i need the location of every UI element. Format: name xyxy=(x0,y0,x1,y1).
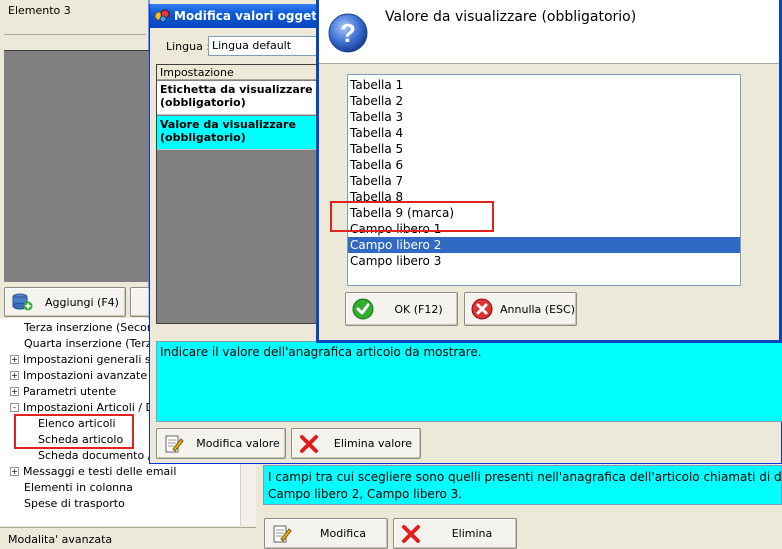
expand-icon[interactable]: + xyxy=(10,387,19,396)
delete-button-label: Elimina xyxy=(451,527,493,540)
description-text: Indicare il valore dell'anagrafica artic… xyxy=(160,345,482,359)
tree-item[interactable]: Terza inserzione (Secondo xyxy=(24,320,168,336)
dialog-title: Valore da visualizzare (obbligatorio) xyxy=(385,9,637,25)
tree-item[interactable]: + Parametri utente xyxy=(10,384,116,400)
question-icon: ? xyxy=(327,12,369,54)
tree-item[interactable]: Elementi in colonna xyxy=(24,480,133,496)
list-item[interactable]: Tabella 5 xyxy=(348,141,740,157)
grid-row-value-text: Valore da visualizzare (obbligatorio) xyxy=(160,118,296,144)
add-database-icon xyxy=(11,291,33,313)
language-select-value: Lingua default xyxy=(212,39,292,52)
tree-item[interactable]: Quarta inserzione (Terzo b xyxy=(24,336,169,352)
list-item[interactable]: Tabella 4 xyxy=(348,125,740,141)
modify-value-button-label: Modifica valore xyxy=(196,437,280,450)
secondary-toolbar-button[interactable] xyxy=(130,287,150,317)
list-item[interactable]: Tabella 7 xyxy=(348,173,740,189)
tree-item[interactable]: Spese di trasporto xyxy=(24,496,125,512)
tree-item-label: Parametri utente xyxy=(23,385,117,398)
tree-item[interactable]: + Messaggi e testi delle email xyxy=(10,464,176,480)
language-select[interactable]: Lingua default xyxy=(208,36,328,56)
tree-scrollbar[interactable] xyxy=(240,455,256,526)
tree-item-label: Elenco articoli xyxy=(38,417,116,430)
tree-item-label: Terza inserzione (Secondo xyxy=(24,321,168,334)
edit-document-icon xyxy=(163,433,185,455)
svg-text:?: ? xyxy=(340,18,356,48)
grid-header[interactable]: Impostazione xyxy=(157,65,327,80)
modify-button-label: Modifica xyxy=(320,527,366,540)
dialog-header: ? Valore da visualizzare (obbligatorio) xyxy=(319,0,779,64)
info-text-line2: Campo libero 2, Campo libero 3. xyxy=(268,487,463,501)
add-button-label: Aggiungi (F4) xyxy=(45,295,119,309)
grid-header-label: Impostazione xyxy=(160,66,234,79)
tree-item[interactable]: Scheda articolo xyxy=(38,432,123,448)
cancel-button[interactable]: Annulla (ESC) xyxy=(464,292,577,326)
modify-value-button[interactable]: Modifica valore xyxy=(156,428,286,459)
delete-button[interactable]: Elimina xyxy=(393,518,517,549)
language-label: Lingua : xyxy=(166,40,211,53)
settings-grid: Impostazione Etichetta da visualizzare (… xyxy=(156,64,327,324)
grid-row-label-text: Etichetta da visualizzare (obbligatorio) xyxy=(160,83,313,109)
description-box: Indicare il valore dell'anagrafica artic… xyxy=(156,341,782,422)
list-item[interactable]: Tabella 3 xyxy=(348,109,740,125)
collapse-icon[interactable]: - xyxy=(10,403,19,412)
delete-value-button[interactable]: Elimina valore xyxy=(291,428,421,459)
element-title-divider xyxy=(4,34,146,35)
expand-icon[interactable]: + xyxy=(10,355,19,364)
info-text-line1: I campi tra cui scegliere sono quelli pr… xyxy=(268,470,782,484)
edit-values-title: Modifica valori oggetto xyxy=(174,9,331,23)
tree-item-label: Scheda articolo xyxy=(38,433,124,446)
tree-item[interactable]: + Impostazioni generali sito xyxy=(10,352,165,368)
list-item[interactable]: Tabella 2 xyxy=(348,93,740,109)
red-cancel-icon xyxy=(471,298,493,320)
options-listbox[interactable]: Tabella 1 Tabella 2 Tabella 3 Tabella 4 Tabe… xyxy=(347,74,741,286)
modify-button[interactable]: Modifica xyxy=(264,518,388,549)
tree-item[interactable]: Elenco articoli xyxy=(38,416,116,432)
value-select-dialog: ? Valore da visualizzare (obbligatorio) … xyxy=(316,0,782,343)
status-text: Modalita' avanzata xyxy=(8,533,113,546)
tree-item-label: Impostazioni Articoli / Doc xyxy=(23,401,167,414)
grid-row-value[interactable]: Valore da visualizzare (obbligatorio) xyxy=(157,116,327,150)
list-item[interactable]: Tabella 8 xyxy=(348,189,740,205)
delete-value-button-label: Elimina valore xyxy=(333,437,413,450)
tree-item[interactable]: + Impostazioni avanzate sito xyxy=(10,368,170,384)
status-bar: Modalita' avanzata xyxy=(0,527,256,549)
tree-item-label: Impostazioni generali sito xyxy=(23,353,165,366)
tree-item-label: Elementi in colonna xyxy=(24,481,133,494)
element-panel: Elemento 3 Aggiungi (F4) xyxy=(0,0,150,325)
red-x-icon xyxy=(400,523,422,545)
list-item[interactable]: Campo libero 3 xyxy=(348,253,740,269)
ok-button-label: OK (F12) xyxy=(394,302,443,316)
app-window-icon xyxy=(154,8,170,24)
green-check-icon xyxy=(352,298,374,320)
tree-item-label: Quarta inserzione (Terzo b xyxy=(24,337,169,350)
tree-item[interactable]: - Impostazioni Articoli / Doc xyxy=(10,400,167,416)
list-item[interactable]: Tabella 6 xyxy=(348,157,740,173)
edit-document-icon xyxy=(271,523,293,545)
list-item[interactable]: Campo libero 1 xyxy=(348,221,740,237)
add-button[interactable]: Aggiungi (F4) xyxy=(4,287,126,317)
tree-item-label: Scheda documento / E xyxy=(38,449,162,462)
list-item[interactable]: Tabella 9 (marca) xyxy=(348,205,740,221)
tree-item[interactable]: Scheda documento / E xyxy=(38,448,162,464)
grid-row-label[interactable]: Etichetta da visualizzare (obbligatorio) xyxy=(157,81,327,115)
tree-item-label: Spese di trasporto xyxy=(24,497,125,510)
element-title: Elemento 3 xyxy=(8,4,71,17)
red-x-icon xyxy=(298,433,320,455)
list-item[interactable]: Tabella 1 xyxy=(348,77,740,93)
info-text-area: I campi tra cui scegliere sono quelli pr… xyxy=(263,465,782,505)
list-item[interactable]: Campo libero 2 xyxy=(348,237,740,253)
cancel-button-label: Annulla (ESC) xyxy=(500,302,575,316)
element-preview-area xyxy=(4,50,150,282)
tree-item-label: Messaggi e testi delle email xyxy=(23,465,177,478)
expand-icon[interactable]: + xyxy=(10,371,19,380)
expand-icon[interactable]: + xyxy=(10,467,19,476)
ok-button[interactable]: OK (F12) xyxy=(345,292,458,326)
